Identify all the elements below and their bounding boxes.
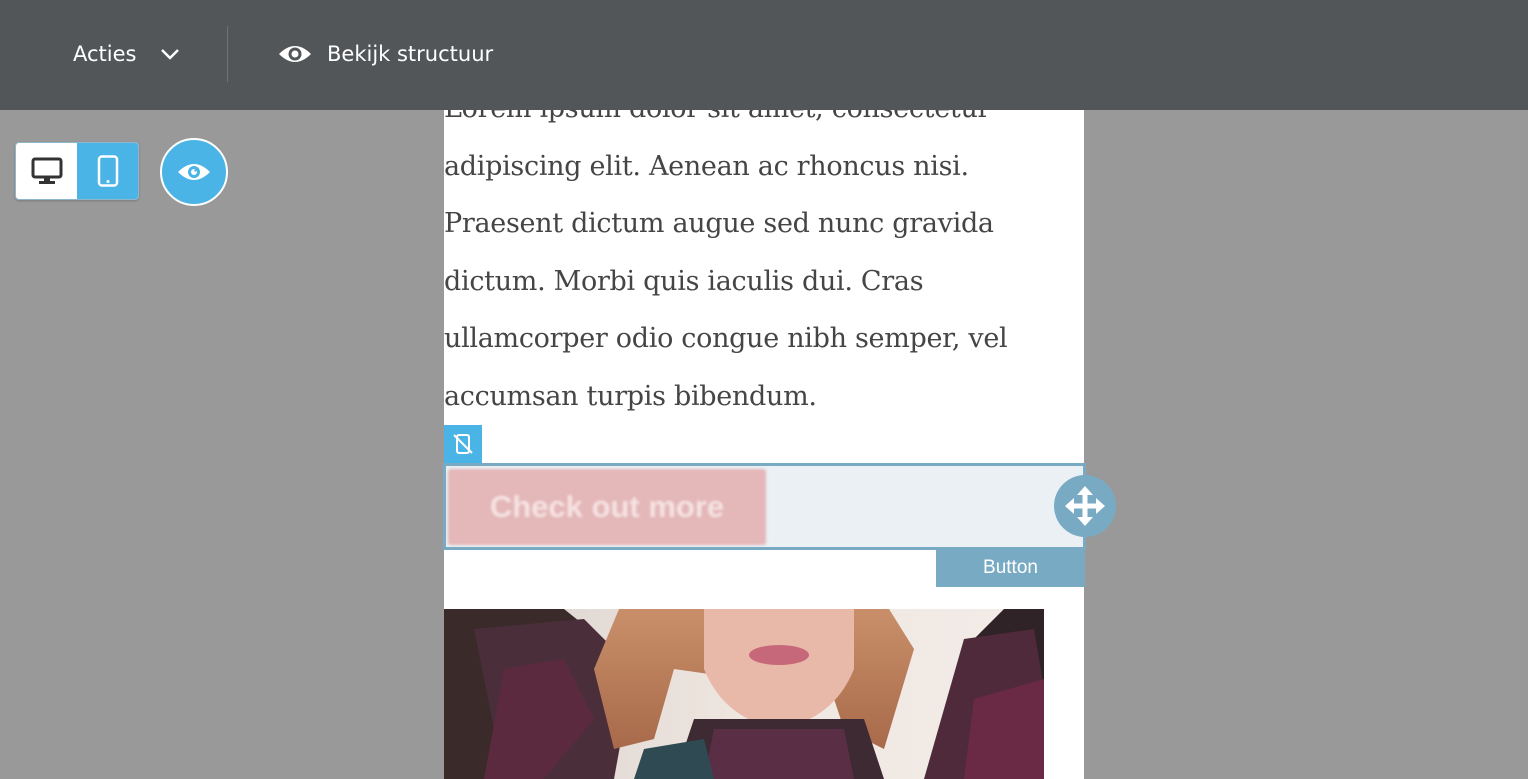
check-out-more-button[interactable]: Check out more bbox=[448, 469, 766, 545]
desktop-view-button[interactable] bbox=[16, 143, 77, 199]
mobile-icon bbox=[97, 155, 118, 187]
text-block[interactable]: Lorem ipsum dolor sit amet, consectetur … bbox=[444, 80, 1074, 425]
view-structure-button[interactable]: Bekijk structuur bbox=[278, 36, 493, 72]
actions-label: Acties bbox=[73, 42, 137, 66]
toolbar-divider bbox=[227, 26, 228, 82]
eye-icon bbox=[279, 46, 311, 62]
actions-menu-button[interactable]: Acties bbox=[73, 36, 182, 72]
device-toggle bbox=[15, 142, 139, 200]
preview-button[interactable] bbox=[160, 138, 228, 206]
desktop-icon bbox=[31, 157, 62, 184]
block-type-label: Button bbox=[936, 548, 1085, 587]
view-structure-label: Bekijk structuur bbox=[327, 42, 494, 66]
eye-icon bbox=[178, 164, 210, 180]
move-handle[interactable] bbox=[1054, 475, 1116, 537]
move-icon bbox=[1065, 486, 1105, 526]
mobile-view-button[interactable] bbox=[77, 143, 138, 199]
hide-on-mobile-tag[interactable] bbox=[444, 425, 482, 463]
top-toolbar: Acties Bekijk structuur bbox=[0, 0, 1528, 110]
button-block-selected[interactable]: Check out more bbox=[443, 463, 1086, 550]
image-block[interactable] bbox=[444, 609, 1044, 779]
chevron-down-icon bbox=[161, 49, 180, 60]
mobile-off-icon bbox=[453, 434, 473, 454]
photo-image bbox=[444, 609, 1044, 779]
